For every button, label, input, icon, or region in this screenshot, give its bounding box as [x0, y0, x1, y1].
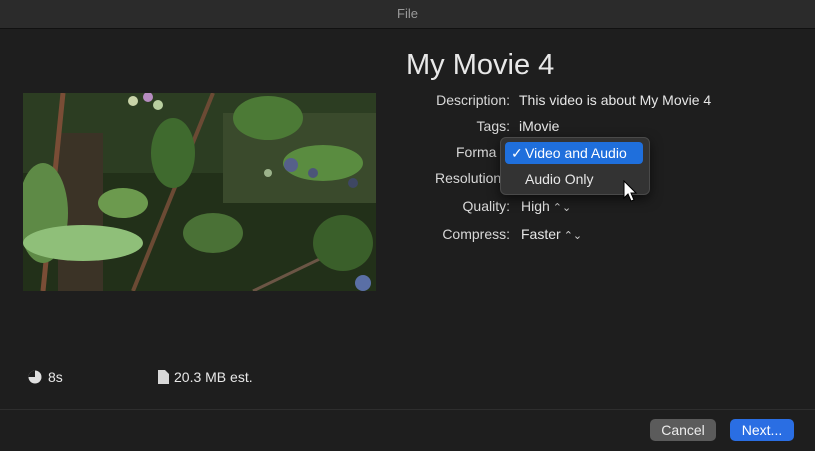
quality-label: Quality:: [462, 198, 510, 214]
quality-popup[interactable]: High ⌃⌄: [521, 196, 571, 216]
resolution-label-row: Resolution: [400, 168, 500, 188]
description-label-row: Description:: [400, 90, 510, 110]
movie-title: My Movie 4: [406, 49, 555, 81]
format-label-row: Forma: [400, 142, 500, 162]
duration-info: 8s: [28, 369, 63, 385]
tags-field[interactable]: iMovie: [519, 118, 559, 134]
cancel-button[interactable]: Cancel: [650, 419, 716, 441]
size-value: 20.3 MB est.: [174, 369, 253, 385]
document-icon: [158, 370, 169, 384]
resolution-label: Resolution: [435, 170, 500, 186]
quality-value: High: [521, 198, 550, 214]
compress-popup[interactable]: Faster ⌃⌄: [521, 224, 582, 244]
menu-item-video-and-audio[interactable]: ✓ Video and Audio: [505, 142, 643, 164]
up-down-chevron-icon: ⌃⌄: [563, 230, 583, 242]
tags-value-row[interactable]: iMovie: [519, 116, 559, 136]
dialog-footer: Cancel Next...: [0, 409, 815, 451]
pointer-cursor-icon: [623, 180, 638, 202]
compress-label: Compress:: [442, 226, 510, 242]
size-info: 20.3 MB est.: [158, 369, 253, 385]
tags-label-row: Tags:: [400, 116, 510, 136]
share-sheet: My Movie 4 Description: This video is ab…: [0, 29, 815, 409]
tags-label: Tags:: [476, 118, 510, 134]
description-value-row[interactable]: This video is about My Movie 4: [519, 90, 711, 110]
window-title: File: [397, 6, 418, 21]
compress-label-row: Compress:: [400, 224, 510, 244]
menu-item-label: Audio Only: [525, 171, 594, 187]
duration-value: 8s: [48, 369, 63, 385]
window-titlebar: File: [0, 0, 815, 29]
compress-value: Faster: [521, 226, 561, 242]
menu-item-label: Video and Audio: [525, 145, 627, 161]
format-label: Forma: [456, 144, 497, 160]
description-field[interactable]: This video is about My Movie 4: [519, 92, 711, 108]
video-thumbnail: [23, 93, 376, 291]
description-label: Description:: [436, 92, 510, 108]
up-down-chevron-icon: ⌃⌄: [552, 202, 572, 214]
quality-label-row: Quality:: [400, 196, 510, 216]
checkmark-icon: ✓: [511, 145, 523, 161]
next-button[interactable]: Next...: [730, 419, 794, 441]
clock-icon: [28, 370, 42, 384]
